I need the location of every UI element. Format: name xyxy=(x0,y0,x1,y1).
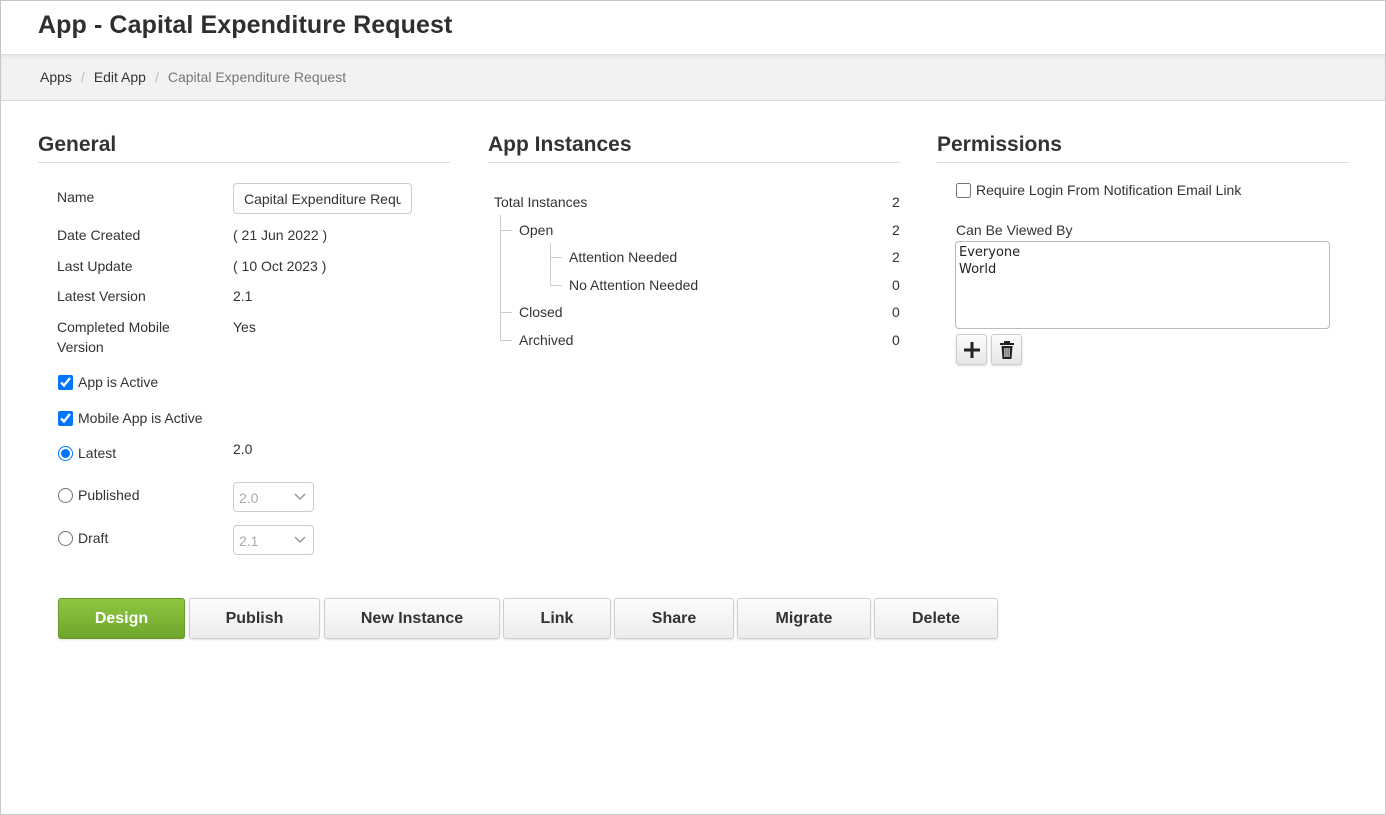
tree-connector xyxy=(550,285,562,286)
latest-version-label: Latest Version xyxy=(57,288,146,304)
instance-archived-label: Archived xyxy=(519,332,574,348)
design-button[interactable]: Design xyxy=(58,598,185,639)
instance-attention-count: 2 xyxy=(892,249,900,265)
published-radio-label: Published xyxy=(78,487,140,503)
draft-version-select[interactable]: 2.1 xyxy=(233,525,314,555)
permissions-section-title: Permissions xyxy=(937,133,1349,163)
new-instance-button[interactable]: New Instance xyxy=(324,598,500,639)
migrate-button[interactable]: Migrate xyxy=(737,598,871,639)
draft-radio-label: Draft xyxy=(78,530,109,546)
instance-no-attention-count: 0 xyxy=(892,277,900,293)
viewer-item[interactable]: World xyxy=(959,261,1326,278)
published-select-value: 2.0 xyxy=(239,490,259,506)
add-viewer-button[interactable] xyxy=(956,334,987,365)
app-active-checkbox[interactable] xyxy=(58,374,73,390)
completed-mobile-label: Completed Mobile xyxy=(57,319,170,335)
date-created-label: Date Created xyxy=(57,227,141,243)
app-active-checkbox-row[interactable]: App is Active xyxy=(58,374,158,390)
require-login-label: Require Login From Notification Email Li… xyxy=(976,182,1242,198)
delete-viewer-button[interactable] xyxy=(991,334,1022,365)
breadcrumb-separator: / xyxy=(80,69,85,85)
breadcrumb-current: Capital Expenditure Request xyxy=(167,69,347,85)
require-login-checkbox[interactable] xyxy=(956,182,971,198)
tree-connector xyxy=(500,215,501,340)
last-update-label: Last Update xyxy=(57,258,133,274)
latest-radio-row[interactable]: Latest xyxy=(58,445,116,461)
instance-open-label: Open xyxy=(519,222,554,238)
instance-total-label: Total Instances xyxy=(494,194,588,210)
completed-mobile-label-line2: Version xyxy=(57,339,104,355)
require-login-checkbox-row[interactable]: Require Login From Notification Email Li… xyxy=(956,182,1241,198)
draft-radio-row[interactable]: Draft xyxy=(58,530,108,546)
latest-version-value: 2.1 xyxy=(233,288,253,304)
viewer-item[interactable]: Everyone xyxy=(959,244,1326,261)
instance-open-count: 2 xyxy=(892,222,900,238)
latest-version-display: 2.0 xyxy=(233,441,253,457)
last-update-value: ( 10 Oct 2023 ) xyxy=(233,258,327,274)
tree-connector xyxy=(500,340,512,341)
published-version-select[interactable]: 2.0 xyxy=(233,482,314,512)
instance-closed-count: 0 xyxy=(892,304,900,320)
instance-no-attention-label: No Attention Needed xyxy=(569,277,699,293)
breadcrumb-apps[interactable]: Apps xyxy=(40,69,72,85)
latest-radio[interactable] xyxy=(58,445,73,461)
app-active-label: App is Active xyxy=(78,374,159,390)
instance-closed-label: Closed xyxy=(519,304,563,320)
viewers-listbox[interactable]: Everyone World xyxy=(955,241,1330,329)
tree-connector xyxy=(550,243,551,285)
name-label: Name xyxy=(57,189,95,205)
mobile-active-label: Mobile App is Active xyxy=(78,410,203,426)
completed-mobile-value: Yes xyxy=(233,319,256,335)
mobile-active-checkbox-row[interactable]: Mobile App is Active xyxy=(58,410,203,426)
page-title: App - Capital Expenditure Request xyxy=(38,11,453,39)
chevron-down-icon xyxy=(294,493,306,501)
tree-connector xyxy=(500,312,512,313)
viewed-by-label: Can Be Viewed By xyxy=(956,222,1073,238)
latest-radio-label: Latest xyxy=(78,445,117,461)
published-radio[interactable] xyxy=(58,487,73,503)
draft-select-value: 2.1 xyxy=(239,533,259,549)
instance-attention-label: Attention Needed xyxy=(569,249,678,265)
link-button[interactable]: Link xyxy=(503,598,611,639)
delete-button[interactable]: Delete xyxy=(874,598,998,639)
tree-connector xyxy=(550,257,562,258)
share-button[interactable]: Share xyxy=(614,598,734,639)
general-section-title: General xyxy=(38,133,450,163)
chevron-down-icon xyxy=(294,536,306,544)
breadcrumb-separator: / xyxy=(154,69,159,85)
breadcrumb-edit-app[interactable]: Edit App xyxy=(94,69,146,85)
draft-radio[interactable] xyxy=(58,530,73,546)
instance-archived-count: 0 xyxy=(892,332,900,348)
trash-icon xyxy=(999,340,1014,359)
breadcrumb: Apps / Edit App / Capital Expenditure Reques… xyxy=(1,55,1385,101)
date-created-value: ( 21 Jun 2022 ) xyxy=(233,227,328,243)
publish-button[interactable]: Publish xyxy=(189,598,320,639)
published-radio-row[interactable]: Published xyxy=(58,487,140,503)
mobile-active-checkbox[interactable] xyxy=(58,410,73,426)
instance-total-count: 2 xyxy=(892,194,900,210)
tree-connector xyxy=(500,230,512,231)
instances-section-title: App Instances xyxy=(488,133,900,163)
name-input[interactable] xyxy=(233,183,412,214)
plus-icon xyxy=(963,341,980,358)
page-header: App - Capital Expenditure Request xyxy=(1,1,1385,55)
